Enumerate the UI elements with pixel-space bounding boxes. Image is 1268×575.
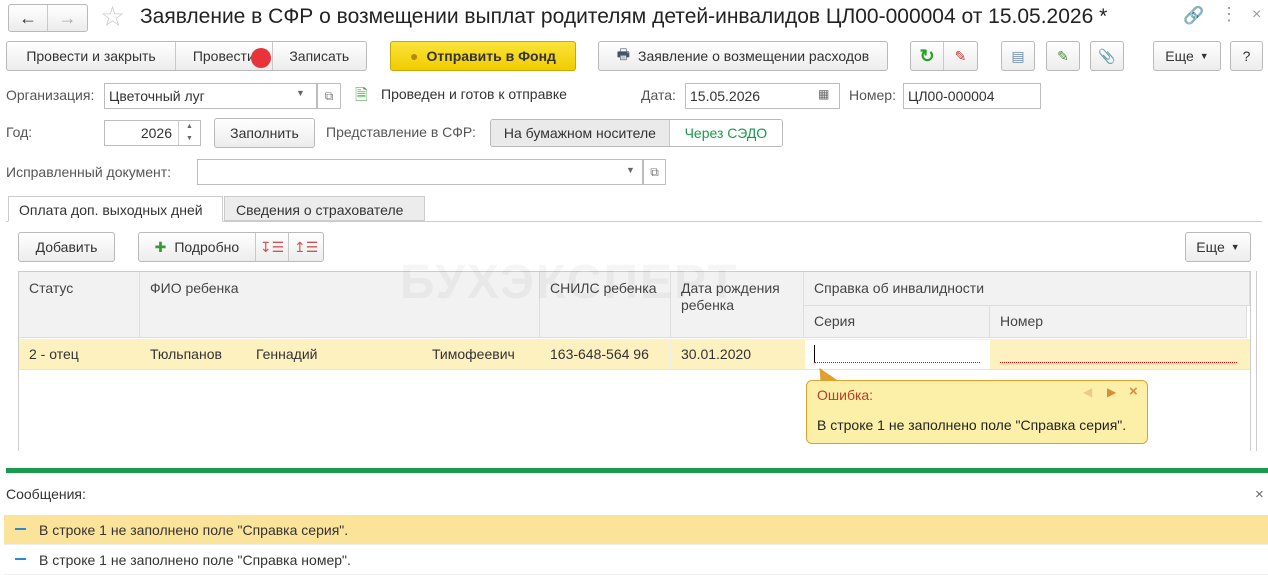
cell-series[interactable] [805,340,990,369]
more-vertical-icon[interactable]: ⋮ [1220,4,1238,25]
prev-error-icon[interactable]: ◀ [1083,385,1092,399]
message-text: В строке 1 не заполнено поле "Справка се… [39,522,349,538]
more-button[interactable]: Еще ▼ [1153,41,1221,71]
watermark: БУХЭКСПЕРТ [400,255,739,310]
col-series[interactable]: Серия [804,306,990,338]
date-label: Дата: [641,87,676,103]
close-icon[interactable]: × [1129,383,1138,400]
date-input[interactable]: 15.05.2026 [685,83,840,109]
tab-insurer[interactable]: Сведения о страхователе [224,196,425,221]
error-tooltip: Ошибка: В строке 1 не заполнено поле "Сп… [806,380,1148,444]
submission-paper[interactable]: На бумажном носителе [491,120,670,146]
tooltip-title: Ошибка: [817,387,874,403]
corrected-doc-label: Исправленный документ: [6,164,172,180]
table-actions: ✚ Подробно ↧☰ ↥☰ [138,232,324,262]
messages-divider[interactable] [6,468,1268,473]
nav-buttons: ← → [8,4,88,32]
messages-title: Сообщения: [6,486,86,502]
cell-middle-name[interactable]: Тимофеевич [422,339,540,370]
send-to-fund-button[interactable]: ● Отправить в Фонд [390,41,576,71]
status-text: Проведен и готов к отправке [381,86,567,102]
print-statement-button[interactable]: 🖶 Заявление о возмещении расходов [598,41,888,71]
fill-button[interactable]: Заполнить [214,118,315,148]
message-item[interactable]: В строке 1 не заполнено поле "Справка се… [4,515,1268,545]
send-to-fund-label: Отправить в Фонд [426,48,556,64]
printer-icon: 🖶 [616,46,630,62]
chevron-down-icon: ▼ [1230,242,1240,252]
number-input[interactable]: ЦЛ00-000004 [903,83,1041,109]
open-icon[interactable]: ⧉ [317,83,341,109]
submission-toggle: На бумажном носителе Через СЭДО [490,119,783,147]
text-cursor [814,345,815,362]
add-button[interactable]: Добавить [18,232,115,262]
cell-snils[interactable]: 163-648-564 96 [540,339,671,370]
link-icon[interactable]: 🔗 [1183,6,1204,26]
year-stepper[interactable]: ▲ ▼ [178,121,200,145]
number-value: ЦЛ00-000004 [908,88,995,104]
col-status[interactable]: Статус [19,272,140,338]
save-button[interactable]: Записать [273,42,366,70]
next-error-icon[interactable]: ▶ [1107,385,1116,399]
cell-last-name[interactable]: Тюльпанов [140,339,246,370]
dash-icon [15,528,26,530]
sort-desc-icon[interactable]: ↧☰ [256,233,290,261]
col-number[interactable]: Номер [990,306,1247,338]
attachment-icon[interactable]: 📎 [1090,41,1124,71]
cell-status[interactable]: 2 - отец [19,339,140,370]
date-value: 15.05.2026 [690,88,761,104]
tooltip-text: В строке 1 не заполнено поле "Справка се… [817,417,1127,433]
year-label: Год: [6,124,33,140]
error-underline [1000,362,1237,363]
submission-label: Представление в СФР: [326,124,476,140]
cell-first-name[interactable]: Геннадий [246,339,422,370]
cell-birth[interactable]: 30.01.2020 [671,339,804,370]
tab-payment[interactable]: Оплата доп. выходных дней [8,196,223,222]
table-more-label: Еще [1196,239,1225,255]
scrollbar[interactable] [1256,271,1257,451]
refresh-group: ↻ ✎ [910,41,978,71]
error-underline [814,362,980,363]
cell-number[interactable] [991,340,1247,369]
edit-history-icon[interactable]: ✎ [1046,41,1080,71]
dropdown-icon[interactable]: ▼ [296,88,305,98]
post-group: Провести и закрыть Провести Записать [6,41,367,71]
details-button[interactable]: ✚ Подробно [139,233,256,261]
list-icon[interactable]: ▤ [1001,41,1035,71]
help-button[interactable]: ? [1230,41,1263,71]
refresh-icon[interactable]: ↻ [911,42,945,70]
page-title: Заявление в СФР о возмещении выплат роди… [140,5,1108,28]
dash-icon [15,558,26,560]
calendar-icon[interactable]: ▦ [818,87,829,101]
org-input[interactable]: Цветочный луг [104,83,317,109]
cursor-click-indicator [251,48,271,68]
details-label: Подробно [174,239,240,255]
org-value: Цветочный луг [109,88,205,104]
document-posted-icon: 🗎 [355,87,368,104]
post-and-close-button[interactable]: Провести и закрыть [7,42,177,70]
sort-asc-icon[interactable]: ↥☰ [289,233,323,261]
chevron-down-icon: ▼ [1199,51,1209,61]
forward-arrow-icon[interactable]: → [48,5,87,31]
favorite-star-icon[interactable]: ☆ [100,0,125,33]
close-icon[interactable]: × [1252,6,1261,24]
add-table-icon: ✚ [154,238,167,255]
more-label: Еще [1165,48,1194,64]
table-more-button[interactable]: Еще ▼ [1185,232,1251,262]
corrected-doc-input[interactable] [197,159,643,185]
org-label: Организация: [6,87,95,103]
close-icon[interactable]: × [1255,486,1264,503]
year-value: 2026 [140,125,172,141]
dropdown-icon[interactable]: ▼ [626,165,635,175]
cancel-edit-icon[interactable]: ✎ [944,42,977,70]
submission-sedo[interactable]: Через СЭДО [669,120,782,146]
fund-logo-icon: ● [410,48,419,64]
open-icon[interactable]: ⧉ [643,159,666,185]
back-arrow-icon[interactable]: ← [9,5,49,31]
print-statement-label: Заявление о возмещении расходов [637,48,870,64]
col-certificate[interactable]: Справка об инвалидности [804,272,1250,306]
message-item[interactable]: В строке 1 не заполнено поле "Справка но… [4,545,1268,575]
number-label: Номер: [849,87,896,103]
message-text: В строке 1 не заполнено поле "Справка но… [39,552,351,568]
